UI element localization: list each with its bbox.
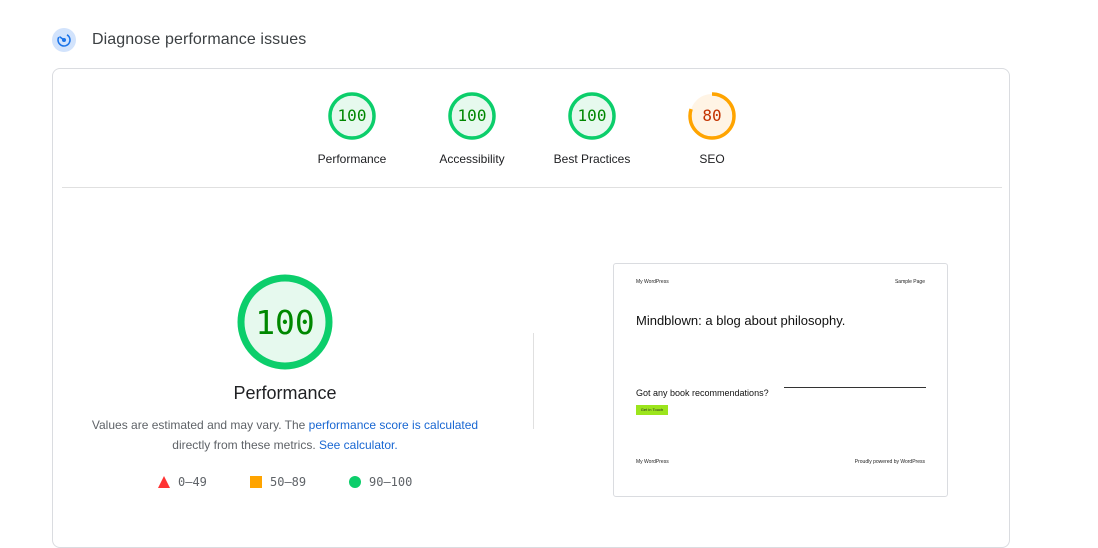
performance-title: Performance	[233, 383, 337, 403]
legend-fail-range: 0–49	[178, 475, 207, 489]
score-gauges: 100 Performance 100 Accessibility 100 Be…	[53, 69, 1011, 187]
legend-average-range: 50–89	[270, 475, 307, 489]
gauge-performance-score: 100	[338, 106, 367, 125]
preview-site-name: My WordPress	[636, 279, 669, 285]
legend-pass: 90–100	[349, 475, 412, 489]
speed-dial-icon	[52, 28, 76, 52]
column-divider	[533, 333, 534, 429]
desc-prefix: Values are estimated and may vary. The	[91, 418, 309, 432]
gauge-seo[interactable]: 80 SEO	[652, 91, 772, 166]
gauge-best-practices-ring: 100	[568, 92, 616, 140]
pass-circle-icon	[349, 476, 361, 488]
legend-average: 50–89	[250, 475, 306, 489]
gauge-best-practices[interactable]: 100 Best Practices	[532, 91, 652, 166]
score-calculated-link[interactable]: performance score is calculated	[309, 418, 478, 432]
gauge-seo-label: SEO	[699, 152, 725, 166]
legend-pass-range: 90–100	[369, 475, 413, 489]
section-title: Diagnose performance issues	[92, 31, 307, 48]
performance-description: Values are estimated and may vary. The p…	[73, 415, 497, 455]
gauge-seo-score: 80	[702, 106, 721, 125]
section-header: Diagnose performance issues	[52, 27, 306, 53]
preview-button: Get in Touch	[636, 405, 668, 415]
legend-fail: 0–49	[158, 475, 207, 489]
performance-big-gauge: 100	[237, 274, 333, 370]
gauge-best-practices-label: Best Practices	[553, 152, 631, 166]
gauge-seo-ring: 80	[688, 92, 736, 140]
average-square-icon	[250, 476, 262, 488]
preview-footer-left: My WordPress	[636, 459, 669, 465]
preview-separator-line	[784, 387, 926, 388]
fail-triangle-icon	[158, 476, 170, 488]
gauge-accessibility-score: 100	[458, 106, 487, 125]
score-legend: 0–49 50–89 90–100	[53, 475, 517, 491]
gauge-performance[interactable]: 100 Performance	[292, 91, 412, 166]
preview-nav-link: Sample Page	[894, 279, 925, 285]
gauge-accessibility-ring: 100	[448, 92, 496, 140]
see-calculator-link[interactable]: See calculator.	[319, 438, 398, 452]
gauge-accessibility-label: Accessibility	[439, 152, 505, 166]
gauge-best-practices-score: 100	[578, 106, 607, 125]
gauge-performance-label: Performance	[317, 152, 387, 166]
desc-middle: directly from these metrics.	[172, 438, 319, 452]
gauge-performance-ring: 100	[328, 92, 376, 140]
section-divider	[62, 187, 1002, 188]
performance-big-score: 100	[255, 303, 315, 342]
preview-question: Got any book recommendations?	[636, 388, 769, 398]
preview-footer-right: Proudly powered by WordPress	[854, 459, 925, 465]
preview-headline: Mindblown: a blog about philosophy.	[636, 313, 846, 328]
gauge-accessibility[interactable]: 100 Accessibility	[412, 91, 532, 166]
final-screenshot-preview: My WordPress Sample Page Mindblown: a bl…	[613, 263, 948, 497]
report-card: 100 Performance 100 Accessibility 100 Be…	[52, 68, 1010, 548]
